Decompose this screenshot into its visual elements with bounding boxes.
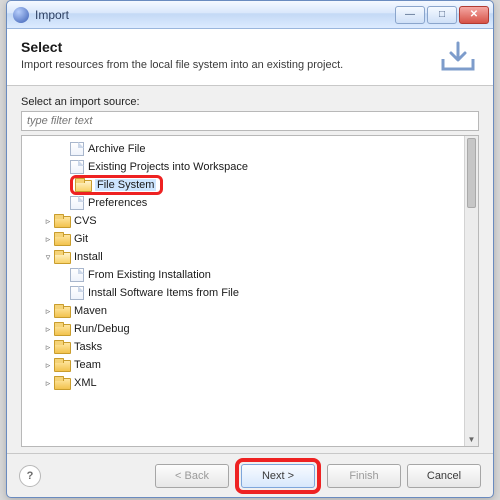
tree-item-label: Preferences xyxy=(88,197,147,209)
tree-item-label: Maven xyxy=(74,305,107,317)
expander-icon[interactable]: ▹ xyxy=(42,324,54,335)
folder-icon xyxy=(54,358,70,372)
cancel-button[interactable]: Cancel xyxy=(407,464,481,488)
minimize-button[interactable]: — xyxy=(395,6,425,24)
back-button[interactable]: < Back xyxy=(155,464,229,488)
tree-item[interactable]: Existing Projects into Workspace xyxy=(26,158,460,176)
tree-item[interactable]: Install Software Items from File xyxy=(26,284,460,302)
wizard-body: Select an import source: Archive File Exi… xyxy=(7,86,493,453)
folder-icon xyxy=(54,322,70,336)
highlight-annotation: File System xyxy=(70,175,163,195)
close-button[interactable]: ✕ xyxy=(459,6,489,24)
tree-item[interactable]: ▹ Maven xyxy=(26,302,460,320)
next-button[interactable]: Next > xyxy=(241,464,315,488)
tree-item[interactable]: ▹ Team xyxy=(26,356,460,374)
expander-icon[interactable]: ▿ xyxy=(42,252,54,263)
import-source-tree[interactable]: Archive File Existing Projects into Works… xyxy=(22,136,464,446)
file-icon xyxy=(70,142,84,156)
tree-item-label: Existing Projects into Workspace xyxy=(88,161,248,173)
tree-item[interactable]: File System xyxy=(26,176,460,194)
import-icon xyxy=(437,39,479,75)
folder-open-icon xyxy=(54,250,70,264)
tree-container: Archive File Existing Projects into Works… xyxy=(21,135,479,447)
wizard-banner: Select Import resources from the local f… xyxy=(7,29,493,86)
tree-item-label: CVS xyxy=(74,215,97,227)
tree-item-label: File System xyxy=(95,179,156,191)
tree-item-label: Archive File xyxy=(88,143,145,155)
finish-button[interactable]: Finish xyxy=(327,464,401,488)
expander-icon[interactable]: ▹ xyxy=(42,306,54,317)
tree-item[interactable]: ▿ Install xyxy=(26,248,460,266)
expander-icon[interactable]: ▹ xyxy=(42,234,54,245)
folder-icon xyxy=(54,214,70,228)
tree-item[interactable]: ▹ Tasks xyxy=(26,338,460,356)
expander-icon[interactable]: ▹ xyxy=(42,378,54,389)
window-title: Import xyxy=(35,8,395,22)
tree-item-label: XML xyxy=(74,377,97,389)
tree-item[interactable]: ▹ Git xyxy=(26,230,460,248)
file-icon xyxy=(70,268,84,282)
folder-icon xyxy=(54,340,70,354)
tree-item[interactable]: Preferences xyxy=(26,194,460,212)
tree-item-label: Install xyxy=(74,251,103,263)
expander-icon[interactable]: ▹ xyxy=(42,216,54,227)
tree-item[interactable]: ▹ Run/Debug xyxy=(26,320,460,338)
button-bar: ? < Back Next > Finish Cancel xyxy=(7,453,493,497)
tree-item[interactable]: Archive File xyxy=(26,140,460,158)
banner-title: Select xyxy=(21,39,429,55)
tree-item[interactable]: From Existing Installation xyxy=(26,266,460,284)
tree-item[interactable]: ▹ CVS xyxy=(26,212,460,230)
file-icon xyxy=(70,196,84,210)
expander-icon[interactable]: ▹ xyxy=(42,342,54,353)
file-icon xyxy=(70,286,84,300)
app-icon xyxy=(13,7,29,23)
file-icon xyxy=(70,160,84,174)
tree-item-label: From Existing Installation xyxy=(88,269,211,281)
titlebar: Import — □ ✕ xyxy=(7,1,493,29)
tree-item-label: Install Software Items from File xyxy=(88,287,239,299)
tree-item-label: Tasks xyxy=(74,341,102,353)
source-label: Select an import source: xyxy=(21,96,479,108)
scroll-down-arrow[interactable]: ▼ xyxy=(465,432,478,446)
filter-input[interactable] xyxy=(21,111,479,131)
scroll-thumb[interactable] xyxy=(467,138,476,208)
maximize-button[interactable]: □ xyxy=(427,6,457,24)
vertical-scrollbar[interactable]: ▲ ▼ xyxy=(464,136,478,446)
folder-icon xyxy=(54,376,70,390)
folder-icon xyxy=(54,232,70,246)
folder-icon xyxy=(54,304,70,318)
expander-icon[interactable]: ▹ xyxy=(42,360,54,371)
banner-description: Import resources from the local file sys… xyxy=(21,59,429,71)
help-button[interactable]: ? xyxy=(19,465,41,487)
tree-item[interactable]: ▹ XML xyxy=(26,374,460,392)
folder-open-icon xyxy=(75,178,91,192)
tree-item-label: Git xyxy=(74,233,88,245)
tree-item-label: Team xyxy=(74,359,101,371)
tree-item-label: Run/Debug xyxy=(74,323,130,335)
import-dialog: Import — □ ✕ Select Import resources fro… xyxy=(6,0,494,498)
next-highlight: Next > xyxy=(235,458,321,494)
